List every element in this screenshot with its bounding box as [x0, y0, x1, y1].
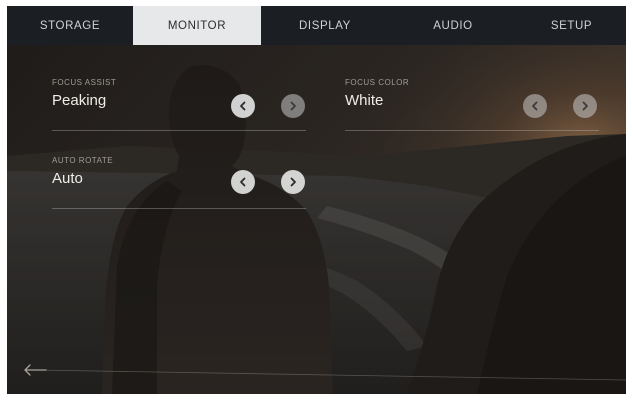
focus-color-prev-button[interactable]	[523, 94, 547, 118]
auto-rotate-value: Auto	[52, 170, 83, 187]
chevron-right-icon	[290, 101, 296, 111]
tab-display[interactable]: DISPLAY	[261, 6, 389, 45]
focus-assist-divider	[52, 130, 306, 131]
auto-rotate-next-button[interactable]	[281, 170, 305, 194]
focus-color-divider	[345, 130, 599, 131]
focus-assist-setting: FOCUS ASSIST Peaking	[52, 78, 306, 138]
focus-assist-prev-button[interactable]	[231, 94, 255, 118]
chevron-left-icon	[240, 101, 246, 111]
chevron-left-icon	[532, 101, 538, 111]
tab-audio[interactable]: AUDIO	[389, 6, 517, 45]
chevron-right-icon	[290, 177, 296, 187]
focus-color-next-button[interactable]	[573, 94, 597, 118]
auto-rotate-label: AUTO ROTATE	[52, 156, 114, 165]
tab-storage[interactable]: STORAGE	[7, 6, 133, 45]
auto-rotate-divider	[52, 208, 306, 209]
auto-rotate-prev-button[interactable]	[231, 170, 255, 194]
tab-monitor[interactable]: MONITOR	[133, 6, 261, 45]
auto-rotate-setting: AUTO ROTATE Auto	[52, 156, 306, 216]
focus-color-value: White	[345, 92, 384, 109]
focus-color-label: FOCUS COLOR	[345, 78, 410, 87]
focus-color-setting: FOCUS COLOR White	[345, 78, 599, 138]
chevron-left-icon	[240, 177, 246, 187]
tab-bar: STORAGE MONITOR DISPLAY AUDIO SETUP	[7, 6, 626, 45]
focus-assist-label: FOCUS ASSIST	[52, 78, 117, 87]
chevron-right-icon	[582, 101, 588, 111]
arrow-left-icon[interactable]	[23, 364, 47, 376]
monitor-settings-screen: STORAGE MONITOR DISPLAY AUDIO SETUP FOCU…	[7, 6, 626, 394]
focus-assist-value: Peaking	[52, 92, 107, 109]
focus-assist-next-button[interactable]	[281, 94, 305, 118]
tab-setup[interactable]: SETUP	[517, 6, 626, 45]
